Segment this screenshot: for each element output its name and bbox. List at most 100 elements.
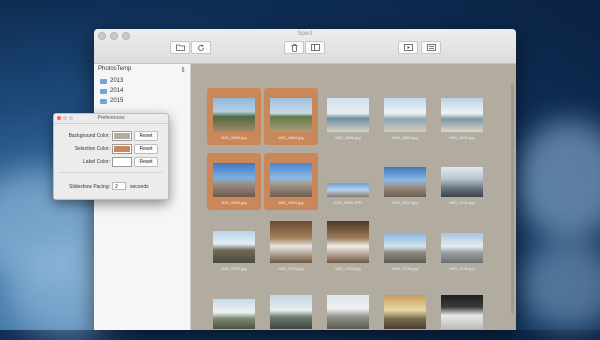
photo-thumbnail	[327, 98, 369, 132]
photo-caption: IMG_0684.jpg	[278, 135, 304, 140]
slideshow-button[interactable]	[398, 41, 418, 54]
selection-color-row: Selection Color: Reset	[54, 144, 168, 154]
selection-color-label: Selection Color:	[74, 146, 110, 152]
photo-item[interactable]: IMG_0693.jpg	[207, 153, 261, 210]
photo-item[interactable]: IMG_0697.jpg	[378, 153, 432, 210]
sidebar-item-2015[interactable]: 2015	[100, 96, 190, 106]
photo-item[interactable]: IMG_0709.jpg	[321, 285, 375, 330]
slideshow-icon	[403, 44, 413, 51]
photo-caption: IMG_0697.jpg	[392, 200, 418, 205]
photo-thumbnail	[441, 167, 483, 197]
photo-item[interactable]: IMG_0690.jpg	[435, 88, 489, 145]
sidebar-icon	[310, 44, 320, 51]
toggle-sidebar-button[interactable]	[305, 41, 325, 54]
photo-caption: IMG_0695.JPG	[334, 200, 362, 205]
label-color-well[interactable]	[112, 157, 132, 167]
photo-item[interactable]: IMG_0708.jpg	[264, 285, 318, 330]
photo-caption: IMG_0693.jpg	[221, 200, 247, 205]
photo-caption: IMG_0706.jpg	[449, 266, 475, 271]
photo-thumbnail	[270, 295, 312, 329]
trash-icon	[291, 43, 297, 52]
folder-icon	[100, 78, 107, 84]
photo-caption: IMG_0704.jpg	[335, 266, 361, 271]
sidebar-item-2013[interactable]: 2013	[100, 76, 190, 86]
preferences-close-button[interactable]	[57, 116, 61, 120]
photo-caption: IMG_0686.jpg	[335, 135, 361, 140]
photo-thumbnail	[270, 221, 312, 263]
background-reset-button[interactable]: Reset	[134, 131, 158, 141]
photo-item[interactable]: IMG_0683.jpg	[207, 88, 261, 145]
preferences-icon	[426, 44, 436, 51]
preferences-title: Preferences	[97, 115, 125, 121]
selection-reset-button[interactable]: Reset	[134, 144, 158, 154]
photo-item[interactable]: IMG_0701.jpg	[435, 153, 489, 210]
photo-item[interactable]: IMG_0707.JPG	[207, 285, 261, 330]
desktop-cloud	[515, 120, 600, 240]
photo-item[interactable]: IMG_0694.jpg	[264, 153, 318, 210]
title-bar: Spect	[94, 29, 516, 64]
folder-icon	[175, 44, 185, 51]
desktop-cloud	[520, 240, 600, 330]
label-reset-button[interactable]: Reset	[134, 157, 158, 167]
background-color-label: Background Color:	[68, 133, 110, 139]
grid-scrollbar[interactable]	[511, 84, 514, 314]
delete-button[interactable]	[284, 41, 304, 54]
photo-item[interactable]: IMG_0704.jpg	[321, 219, 375, 276]
photo-thumbnail	[384, 295, 426, 329]
photo-thumbnail	[213, 231, 255, 263]
photo-item[interactable]: IMG_0695.JPG	[321, 153, 375, 210]
photo-item[interactable]: IMG_0711.jpg	[378, 285, 432, 330]
photo-thumbnail	[441, 233, 483, 263]
photo-caption: IMG_0703.jpg	[278, 266, 304, 271]
slideshow-pacing-row: Slideshow Pacing: 2 seconds	[54, 182, 168, 192]
selection-color-well[interactable]	[112, 144, 132, 154]
preferences-button[interactable]	[421, 41, 441, 54]
open-folder-button[interactable]	[170, 41, 190, 54]
refresh-button[interactable]	[191, 41, 211, 54]
photo-thumbnail	[213, 299, 255, 329]
slideshow-pacing-input[interactable]: 2	[112, 182, 126, 190]
preferences-minimize-button[interactable]	[63, 116, 67, 120]
photo-caption: IMG_0702.jpg	[221, 266, 247, 271]
photo-item[interactable]: IMG_0686.jpg	[321, 88, 375, 145]
photo-thumbnail	[441, 295, 483, 329]
label-color-label: Label Color:	[83, 159, 110, 165]
preferences-window-controls	[57, 116, 73, 120]
photo-item[interactable]: IMG_0689.jpg	[378, 88, 432, 145]
source-selector[interactable]: PhotosTemp ⇕	[96, 66, 188, 76]
sidebar-item-2014[interactable]: 2014	[100, 86, 190, 96]
chevron-updown-icon: ⇕	[180, 67, 186, 74]
background-color-well[interactable]	[112, 131, 132, 141]
slideshow-pacing-unit: seconds	[130, 184, 149, 190]
label-color-row: Label Color: Reset	[54, 157, 168, 167]
photo-item[interactable]: IMG_0684.jpg	[264, 88, 318, 145]
photo-thumbnail	[384, 98, 426, 132]
folder-icon	[100, 88, 107, 94]
photo-item[interactable]: IMG_0706.jpg	[435, 219, 489, 276]
photo-caption: IMG_0701.jpg	[449, 200, 475, 205]
photo-caption: IMG_0705.jpg	[392, 266, 418, 271]
preferences-divider	[59, 172, 163, 173]
preferences-zoom-button[interactable]	[69, 116, 73, 120]
photo-item[interactable]: IMG_0702.jpg	[207, 219, 261, 276]
photo-thumbnail	[441, 98, 483, 132]
folder-icon	[100, 98, 107, 104]
sidebar-item-label: 2014	[110, 88, 124, 94]
photo-item[interactable]: IMG_0703.jpg	[264, 219, 318, 276]
photo-thumbnail	[384, 167, 426, 197]
photo-item[interactable]: IMG_0705.jpg	[378, 219, 432, 276]
window-title: Spect	[297, 31, 313, 37]
photo-caption: IMG_0683.jpg	[221, 135, 247, 140]
sidebar-item-label: 2013	[110, 78, 124, 84]
photo-caption: IMG_0689.jpg	[392, 135, 418, 140]
preferences-window: Preferences Background Color: Reset Sele…	[53, 113, 169, 200]
photo-thumbnail	[384, 233, 426, 263]
photo-thumbnail	[327, 295, 369, 329]
photo-item[interactable]: IMG_0712.jpg	[435, 285, 489, 330]
photo-caption: IMG_0690.jpg	[449, 135, 475, 140]
sidebar-item-label: 2015	[110, 98, 124, 104]
photo-thumbnail	[213, 163, 255, 197]
photo-thumbnail	[270, 163, 312, 197]
photo-grid: IMG_0683.jpg IMG_0684.jpg IMG_0686.jpg IMG_…	[191, 64, 516, 330]
slideshow-pacing-label: Slideshow Pacing:	[69, 184, 110, 190]
